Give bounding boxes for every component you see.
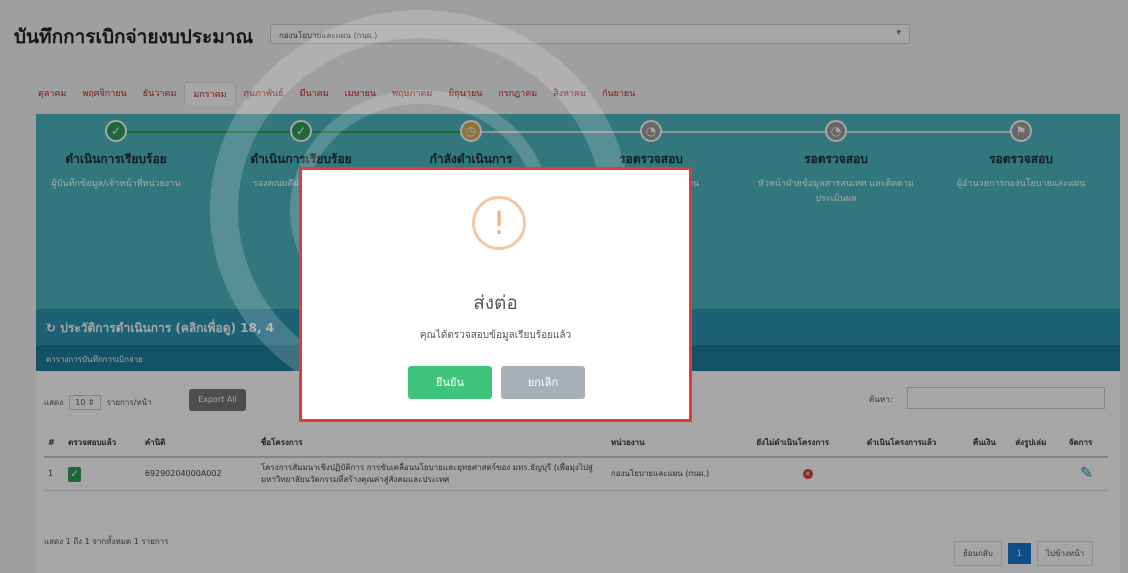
confirm-button[interactable]: ยืนยัน: [408, 366, 492, 399]
dialog-message: คุณได้ตรวจสอบข้อมูลเรียบร้อยแล้ว: [419, 330, 572, 341]
confirm-dialog: ! ส่งต่อ คุณได้ตรวจสอบข้อมูลเรียบร้อยแล้…: [299, 167, 692, 422]
dialog-title: ส่งต่อ: [473, 292, 518, 314]
cancel-button[interactable]: ยกเลิก: [501, 366, 585, 399]
warning-icon: !: [472, 196, 526, 250]
